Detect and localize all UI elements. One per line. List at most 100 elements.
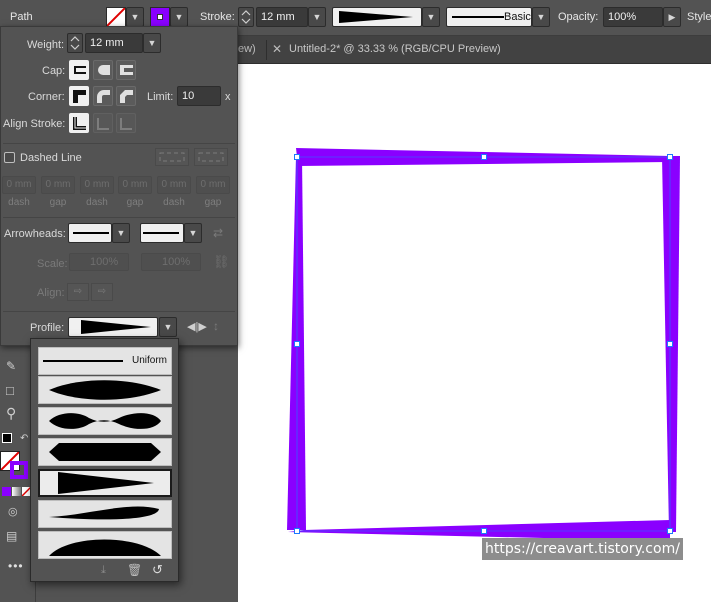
fill-dropdown-button[interactable]: ▼	[126, 7, 144, 27]
dash-1-input[interactable]: 0 mm	[2, 176, 36, 194]
style-label: Style:	[687, 11, 711, 23]
gap-2-input[interactable]: 0 mm	[118, 176, 152, 194]
profile-width-5[interactable]	[38, 500, 172, 528]
stroke-swatch[interactable]	[150, 7, 170, 27]
weight-label: Weight:	[27, 39, 65, 51]
wedge-profile-icon	[58, 472, 154, 494]
stroke-weight-stepper[interactable]	[238, 7, 254, 27]
align-center-icon	[73, 117, 86, 130]
profile-dropdown-toggle[interactable]: ▼	[159, 317, 177, 337]
gradient-mode-icon[interactable]	[12, 487, 21, 496]
round-cap-icon	[98, 65, 110, 75]
profile-dropdown-menu: Uniform ⤓ 🗑 ↺	[30, 338, 179, 582]
projecting-cap-button[interactable]	[116, 60, 136, 80]
document-tab-previous[interactable]: ew)	[238, 36, 256, 64]
bevel-join-button[interactable]	[116, 86, 136, 106]
dash-2-input[interactable]: 0 mm	[80, 176, 114, 194]
align-dash-button[interactable]	[194, 148, 228, 166]
divider	[3, 143, 235, 144]
close-tab-icon[interactable]: ✕	[272, 36, 282, 64]
miter-join-button[interactable]	[69, 86, 89, 106]
draw-mode-icon[interactable]: ◎	[8, 505, 18, 518]
weight-dropdown-button[interactable]: ▼	[143, 33, 161, 53]
end-scale-value: 100%	[162, 256, 191, 268]
profile-width-3[interactable]	[38, 438, 172, 466]
profile-width-4-selected[interactable]	[38, 469, 172, 497]
start-arrowhead-dropdown[interactable]: ▼	[112, 223, 130, 243]
profile-width-1[interactable]	[38, 376, 172, 404]
profile-width-6[interactable]	[38, 531, 172, 559]
gap-3-input[interactable]: 0 mm	[196, 176, 230, 194]
hexagonal-profile-icon	[49, 443, 161, 461]
screen-mode-icon[interactable]: ▤	[6, 529, 17, 543]
no-arrowhead-line-icon	[143, 232, 179, 234]
stroke-color-icon[interactable]	[10, 461, 28, 479]
end-scale-input[interactable]: 100%	[141, 253, 201, 271]
tapered-ends-profile-icon	[49, 380, 161, 400]
stroke-color-dropdown-button[interactable]: ▼	[170, 7, 188, 27]
align-stroke-inside-button[interactable]	[93, 113, 113, 133]
stepper-arrows-icon	[70, 36, 80, 50]
preserve-dash-icon	[159, 152, 185, 162]
align-stroke-outside-button[interactable]	[116, 113, 136, 133]
weight-stepper[interactable]	[67, 33, 83, 53]
profile-dropdown-button[interactable]: ▼	[422, 7, 440, 27]
dashed-line-checkbox[interactable]	[4, 152, 15, 163]
butt-cap-button[interactable]	[69, 60, 89, 80]
no-arrowhead-line-icon	[73, 232, 109, 234]
stroke-weight-input[interactable]: 12 mm	[256, 7, 308, 27]
artboard-tool-icon[interactable]: □	[6, 383, 14, 398]
profile-width-2[interactable]	[38, 407, 172, 435]
swap-arrowheads-icon[interactable]: ⇄	[213, 226, 223, 240]
add-to-profiles-icon[interactable]: ⤓	[101, 564, 106, 577]
dash-3-input[interactable]: 0 mm	[157, 176, 191, 194]
weight-input[interactable]: 12 mm	[85, 33, 143, 53]
more-tools-icon[interactable]: •••	[8, 559, 24, 573]
width-profile-preview-icon	[81, 320, 151, 334]
delete-profile-icon[interactable]: 🗑	[127, 563, 142, 577]
preserve-dash-button[interactable]	[155, 148, 189, 166]
default-colors-icon[interactable]	[2, 433, 12, 443]
zoom-tool-icon[interactable]: ⚲	[6, 405, 16, 422]
flip-across-icon[interactable]: ↕	[213, 319, 219, 333]
link-scale-icon[interactable]: ⛓	[213, 254, 230, 270]
round-join-button[interactable]	[93, 86, 113, 106]
opacity-input[interactable]: 100%	[603, 7, 663, 27]
swap-colors-icon[interactable]: ↶	[20, 433, 28, 444]
opacity-flyout-button[interactable]: ▶	[663, 7, 681, 27]
start-scale-input[interactable]: 100%	[69, 253, 129, 271]
profile-uniform[interactable]: Uniform	[38, 347, 172, 375]
path-outline	[296, 156, 671, 532]
reset-profiles-icon[interactable]: ↺	[152, 562, 163, 578]
eraser-tool-icon[interactable]: ✎	[6, 359, 16, 373]
miter-limit-input[interactable]: 10	[177, 86, 221, 106]
start-arrowhead-select[interactable]	[68, 223, 112, 243]
flip-along-icon[interactable]: ◀|▶	[187, 320, 207, 333]
end-arrowhead-select[interactable]	[140, 223, 184, 243]
end-arrowhead-dropdown[interactable]: ▼	[184, 223, 202, 243]
stroke-label: Stroke:	[200, 11, 235, 23]
anchor-points[interactable]	[294, 154, 673, 534]
divider	[3, 217, 235, 218]
document-tab-active[interactable]: Untitled-2* @ 33.33 % (RGB/CPU Preview)	[289, 36, 501, 64]
stepper-arrows-icon	[241, 10, 251, 24]
variable-width-profile-select[interactable]	[332, 7, 422, 27]
dash-1-label: dash	[8, 197, 30, 208]
color-mode-icon[interactable]	[2, 487, 11, 496]
cap-label: Cap:	[42, 65, 66, 77]
fill-swatch[interactable]	[106, 7, 126, 27]
round-cap-button[interactable]	[93, 60, 113, 80]
extend-arrow-tip-button[interactable]: ⇨	[67, 283, 89, 301]
place-arrow-tip-button[interactable]: ⇨	[91, 283, 113, 301]
align-dash-icon	[198, 152, 224, 162]
artboard-canvas[interactable]	[238, 64, 711, 602]
align-stroke-center-button[interactable]	[69, 113, 89, 133]
rectangle-artwork[interactable]	[238, 64, 711, 602]
profile-select[interactable]	[68, 317, 158, 337]
gap-1-input[interactable]: 0 mm	[41, 176, 75, 194]
stroke-weight-dropdown-button[interactable]: ▼	[308, 7, 326, 27]
brush-definition-select[interactable]: Basic	[446, 7, 532, 27]
brush-dropdown-button[interactable]: ▼	[532, 7, 550, 27]
scale-label: Scale:	[37, 258, 68, 270]
round-join-icon	[97, 90, 110, 103]
